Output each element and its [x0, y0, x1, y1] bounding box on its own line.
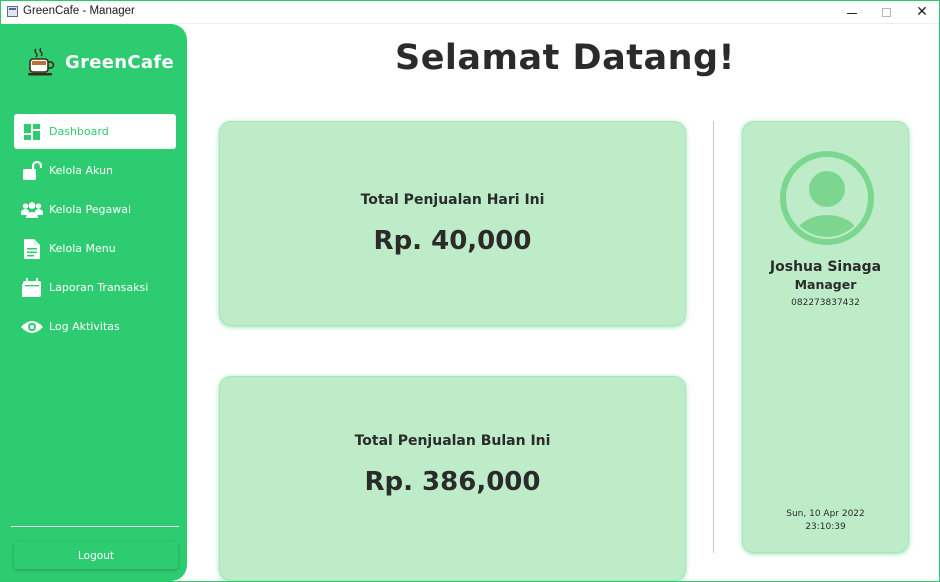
unlock-icon	[21, 160, 43, 182]
minimize-button[interactable]	[834, 0, 870, 24]
user-avatar-icon	[780, 151, 874, 245]
sidebar-item-kelola-akun[interactable]: Kelola Akun	[14, 153, 176, 188]
close-icon: ✕	[916, 4, 928, 20]
users-icon	[21, 199, 43, 221]
dashboard-icon	[21, 121, 43, 143]
sidebar-item-dashboard[interactable]: Dashboard	[14, 114, 176, 149]
maximize-button[interactable]	[868, 0, 904, 24]
sidebar-item-label: Laporan Transaksi	[49, 281, 149, 294]
close-button[interactable]: ✕	[904, 0, 940, 24]
monthly-sales-card: Total Penjualan Bulan Ini Rp. 386,000	[219, 376, 686, 581]
document-icon	[21, 238, 43, 260]
monthly-sales-title: Total Penjualan Bulan Ini	[354, 433, 551, 449]
daily-sales-title: Total Penjualan Hari Ini	[360, 192, 545, 208]
sidebar-item-label: Kelola Pegawai	[49, 203, 132, 216]
sidebar-item-laporan-transaksi[interactable]: Laporan Transaksi	[14, 270, 176, 305]
page-title: Selamat Datang!	[394, 38, 736, 78]
current-date: Sun, 10 Apr 2022	[786, 509, 865, 519]
app-window-icon	[7, 6, 18, 17]
sidebar-item-label: Kelola Akun	[49, 164, 114, 177]
coffee-cup-icon	[27, 47, 55, 77]
daily-sales-value: Rp. 40,000	[373, 226, 532, 256]
monthly-sales-value: Rp. 386,000	[364, 467, 541, 497]
avatar	[780, 151, 874, 245]
window-titlebar: GreenCafe - Manager ✕	[0, 0, 940, 24]
brand-name: GreenCafe	[65, 51, 174, 73]
daily-sales-card: Total Penjualan Hari Ini Rp. 40,000	[219, 121, 686, 326]
minimize-icon	[847, 12, 857, 14]
sidebar-item-kelola-menu[interactable]: Kelola Menu	[14, 231, 176, 266]
profile-card: Joshua Sinaga Manager 082273837432 Sun, …	[742, 121, 909, 553]
profile-role: Manager	[794, 277, 857, 292]
eye-icon	[21, 316, 43, 338]
sidebar-item-label: Log Aktivitas	[49, 320, 120, 333]
sidebar-item-label: Kelola Menu	[49, 242, 116, 255]
profile-phone: 082273837432	[791, 298, 860, 308]
sidebar-divider	[11, 526, 179, 527]
sidebar-item-label: Dashboard	[49, 125, 109, 138]
sidebar: GreenCafe Dashboard Kelola Akun Kelola P…	[1, 24, 187, 581]
profile-name: Joshua Sinaga	[769, 259, 882, 275]
calendar-icon	[21, 277, 43, 299]
maximize-icon	[881, 7, 891, 17]
sidebar-item-log-aktivitas[interactable]: Log Aktivitas	[14, 309, 176, 344]
brand: GreenCafe	[27, 44, 174, 80]
vertical-divider	[713, 121, 714, 553]
logout-button[interactable]: Logout	[14, 542, 178, 569]
current-time: 23:10:39	[805, 522, 846, 532]
window-title: GreenCafe - Manager	[23, 5, 135, 17]
sidebar-item-kelola-pegawai[interactable]: Kelola Pegawai	[14, 192, 176, 227]
